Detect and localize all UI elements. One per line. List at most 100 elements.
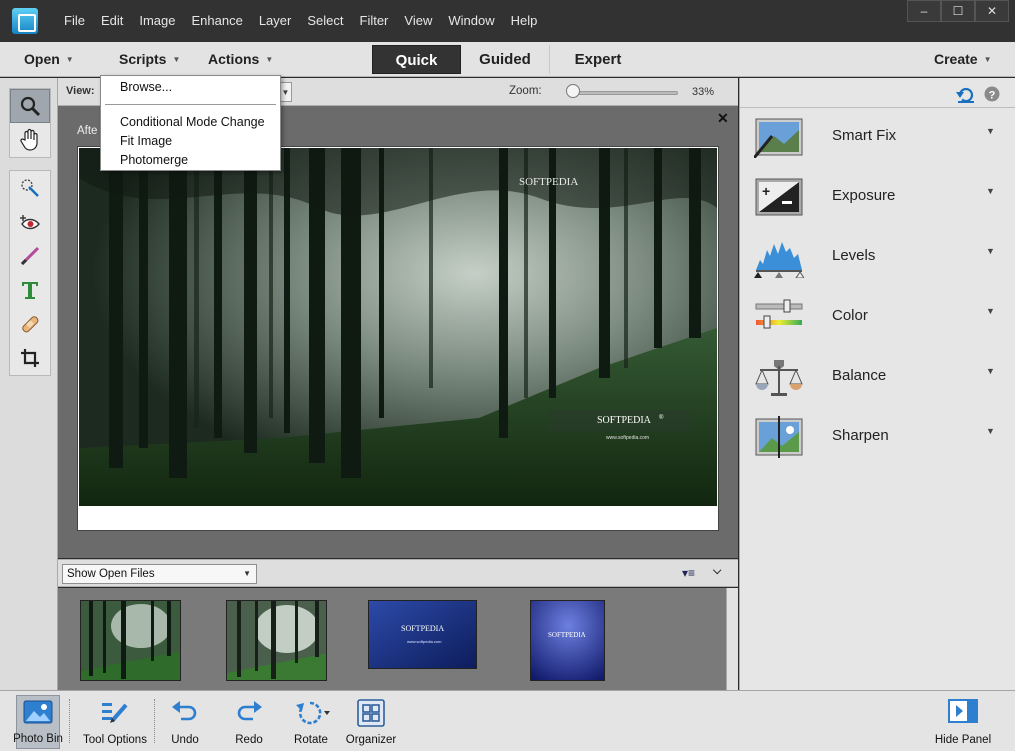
watermark-url: www.softpedia.com <box>606 435 649 441</box>
menu-filter[interactable]: Filter <box>352 0 397 42</box>
bandage-icon <box>22 316 39 333</box>
hide-panel-button[interactable]: Hide Panel <box>932 695 994 749</box>
menu-divider <box>105 104 276 105</box>
hand-tool[interactable] <box>10 123 50 157</box>
image-canvas[interactable]: SOFTPEDIA SOFTPEDIA ® www.softpedia.com <box>77 146 719 531</box>
photo-bin: SOFTPEDIA www.softpedia.com SOFTPEDIA <box>58 588 738 690</box>
organizer-button[interactable]: Organizer <box>344 695 398 749</box>
redo-button[interactable]: Redo <box>228 695 270 749</box>
reset-icon[interactable] <box>956 86 976 104</box>
thumbnail-softpedia-1[interactable]: SOFTPEDIA www.softpedia.com <box>368 600 477 669</box>
photo-bin-icon <box>23 700 53 724</box>
zoom-slider-thumb[interactable] <box>565 84 580 98</box>
fix-exposure[interactable]: + Exposure ▼ <box>740 168 1015 228</box>
close-document-icon[interactable]: ✕ <box>717 110 729 127</box>
help-icon[interactable]: ? <box>984 86 1000 102</box>
photo-bin-button[interactable]: Photo Bin <box>13 695 63 749</box>
maximize-button[interactable]: ☐ <box>941 0 975 22</box>
minimize-button[interactable]: – <box>907 0 941 22</box>
menu-item-fit-image[interactable]: Fit Image <box>120 134 172 148</box>
menu-enhance[interactable]: Enhance <box>184 0 251 42</box>
undo-button[interactable]: Undo <box>164 695 206 749</box>
forest-thumbnail-image <box>81 601 180 680</box>
menu-item-conditional-mode-change[interactable]: Conditional Mode Change <box>120 115 265 129</box>
bin-options-icon[interactable]: ▾≡ <box>682 566 695 580</box>
fix-label: Exposure <box>832 187 896 204</box>
show-open-files-value: Show Open Files <box>67 568 155 580</box>
svg-text:?: ? <box>989 90 996 102</box>
create-button[interactable]: Create ▼ <box>934 42 992 76</box>
scripts-button[interactable]: Scripts ▼ <box>119 42 180 76</box>
menu-file[interactable]: File <box>56 0 93 42</box>
tool-options-icon <box>102 703 128 723</box>
chevron-down-icon[interactable]: ⌵ <box>713 565 721 578</box>
undo-icon <box>172 701 197 721</box>
view-label: View: <box>66 85 95 97</box>
levels-icon <box>754 242 804 278</box>
zoom-icon <box>20 96 41 117</box>
rotate-button[interactable]: Rotate <box>288 695 334 749</box>
forest-thumbnail-image <box>227 601 326 680</box>
actions-label: Actions <box>208 51 260 67</box>
fix-levels[interactable]: Levels ▼ <box>740 228 1015 288</box>
tool-options-button[interactable]: Tool Options <box>80 695 150 749</box>
fix-color[interactable]: Color ▼ <box>740 288 1015 348</box>
organizer-label: Organizer <box>345 734 397 746</box>
fix-balance[interactable]: Balance ▼ <box>740 348 1015 408</box>
view-select[interactable]: ▼ <box>280 82 292 102</box>
edit-tools-group <box>9 170 51 376</box>
caret-down-icon: ▼ <box>986 426 995 436</box>
type-tool[interactable] <box>10 273 50 307</box>
show-open-files-select[interactable]: Show Open Files ▼ <box>62 564 257 584</box>
create-label: Create <box>934 51 978 67</box>
zoom-tool[interactable] <box>10 89 50 123</box>
zoom-label: Zoom: <box>509 85 542 97</box>
menu-view[interactable]: View <box>396 0 440 42</box>
forest-photo: SOFTPEDIA SOFTPEDIA ® www.softpedia.com <box>79 148 717 506</box>
bin-scrollbar[interactable] <box>726 588 738 690</box>
caret-down-icon: ▼ <box>265 55 274 64</box>
thumbnail-softpedia-2[interactable]: SOFTPEDIA <box>530 600 605 681</box>
menu-item-photomerge[interactable]: Photomerge <box>120 153 188 167</box>
view-mode-label[interactable]: Afte <box>77 125 97 137</box>
type-icon <box>22 282 38 299</box>
tab-quick[interactable]: Quick <box>372 45 461 74</box>
tool-options-label: Tool Options <box>83 734 147 746</box>
menu-layer[interactable]: Layer <box>251 0 300 42</box>
divider <box>69 699 70 743</box>
menu-image[interactable]: Image <box>131 0 183 42</box>
spot-healing-tool[interactable] <box>10 307 50 341</box>
caret-down-icon: ▼ <box>243 569 251 578</box>
thumb-url: www.softpedia.com <box>407 639 442 644</box>
fix-label: Smart Fix <box>832 127 897 144</box>
menu-help[interactable]: Help <box>503 0 546 42</box>
open-button[interactable]: Open ▼ <box>24 42 74 76</box>
caret-down-icon: ▼ <box>986 366 995 376</box>
thumbnail-forest-2[interactable] <box>226 600 327 681</box>
tab-expert[interactable]: Expert <box>550 45 646 74</box>
fix-label: Sharpen <box>832 427 889 444</box>
fix-label: Levels <box>832 247 876 264</box>
fix-smart-fix[interactable]: Smart Fix ▼ <box>740 108 1015 168</box>
toolbox <box>0 78 58 690</box>
menu-window[interactable]: Window <box>440 0 502 42</box>
menu-item-browse[interactable]: Browse... <box>120 80 172 94</box>
actions-button[interactable]: Actions ▼ <box>208 42 273 76</box>
menu-select[interactable]: Select <box>299 0 351 42</box>
organizer-icon <box>357 699 385 727</box>
tab-guided[interactable]: Guided <box>461 45 550 74</box>
crop-tool[interactable] <box>10 341 50 375</box>
red-eye-tool[interactable] <box>10 205 50 239</box>
quick-selection-tool[interactable] <box>10 171 50 205</box>
divider <box>154 699 155 743</box>
thumbnail-forest-1[interactable] <box>80 600 181 681</box>
caret-down-icon: ▼ <box>65 55 74 64</box>
menu-edit[interactable]: Edit <box>93 0 131 42</box>
balance-icon <box>755 360 803 396</box>
zoom-slider[interactable] <box>568 91 678 95</box>
close-window-button[interactable]: ✕ <box>975 0 1009 22</box>
fix-sharpen[interactable]: Sharpen ▼ <box>740 408 1015 468</box>
app-logo-icon[interactable] <box>12 8 38 34</box>
whiten-teeth-tool[interactable] <box>10 239 50 273</box>
zoom-value: 33% <box>692 86 715 98</box>
